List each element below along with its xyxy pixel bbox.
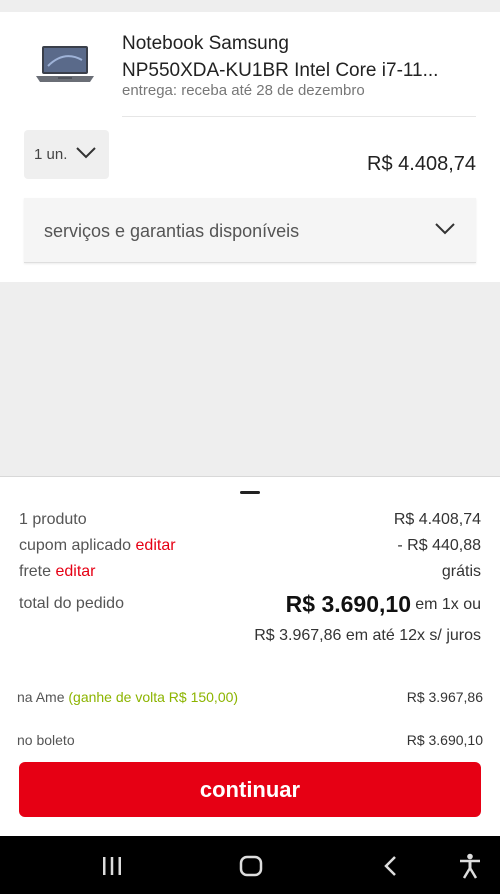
coupon-edit-link[interactable]: editar [136,537,176,554]
android-nav-bar [0,836,500,894]
boleto-value: R$ 3.690,10 [406,732,483,748]
divider [122,116,476,117]
chevron-down-icon [434,222,456,241]
total-label: total do pedido [19,595,124,612]
product-name[interactable]: Notebook Samsung NP550XDA-KU1BR Intel Co… [122,30,482,84]
delivery-estimate: entrega: receba até 28 de dezembro [122,82,365,99]
sheet-drag-handle[interactable] [240,491,260,494]
services-warranties-dropdown[interactable]: serviços e garantias disponíveis [24,198,476,263]
empty-background [0,282,500,476]
coupon-label: cupom aplicado [19,537,132,554]
continue-button[interactable]: continuar [19,762,481,817]
chevron-down-icon [75,146,97,164]
total-value: R$ 3.690,10 [285,591,411,617]
ame-label: na Ame [17,689,65,705]
home-icon[interactable] [237,852,265,880]
products-value: R$ 4.408,74 [393,511,481,528]
quantity-select[interactable]: 1 un. [24,130,109,179]
product-name-line2: NP550XDA-KU1BR Intel Core i7-11... [122,60,439,81]
recent-apps-icon[interactable] [98,852,126,880]
ame-value: R$ 3.967,86 [406,689,483,705]
product-name-line1: Notebook Samsung [122,33,289,54]
back-icon[interactable] [377,852,405,880]
top-strip [0,0,500,12]
shipping-value: grátis [441,563,481,580]
boleto-label: no boleto [17,732,75,748]
cart-item-card: Notebook Samsung NP550XDA-KU1BR Intel Co… [0,12,500,282]
coupon-value: - R$ 440,88 [397,537,481,554]
shipping-label: frete [19,563,52,580]
quantity-value: 1 un. [34,146,68,163]
laptop-thumbnail-icon[interactable] [34,42,96,86]
item-price: R$ 4.408,74 [367,153,476,175]
total-suffix: em 1x ou [415,596,481,613]
order-summary-sheet: 1 produto R$ 4.408,74 cupom aplicado edi… [0,476,500,836]
shipping-edit-link[interactable]: editar [55,563,95,580]
ame-cashback: (ganhe de volta R$ 150,00) [68,689,239,705]
accessibility-icon[interactable] [456,852,484,880]
services-label: serviços e garantias disponíveis [44,221,300,241]
products-label: 1 produto [19,511,87,528]
installments-info: R$ 3.967,86 em até 12x s/ juros [254,627,481,644]
